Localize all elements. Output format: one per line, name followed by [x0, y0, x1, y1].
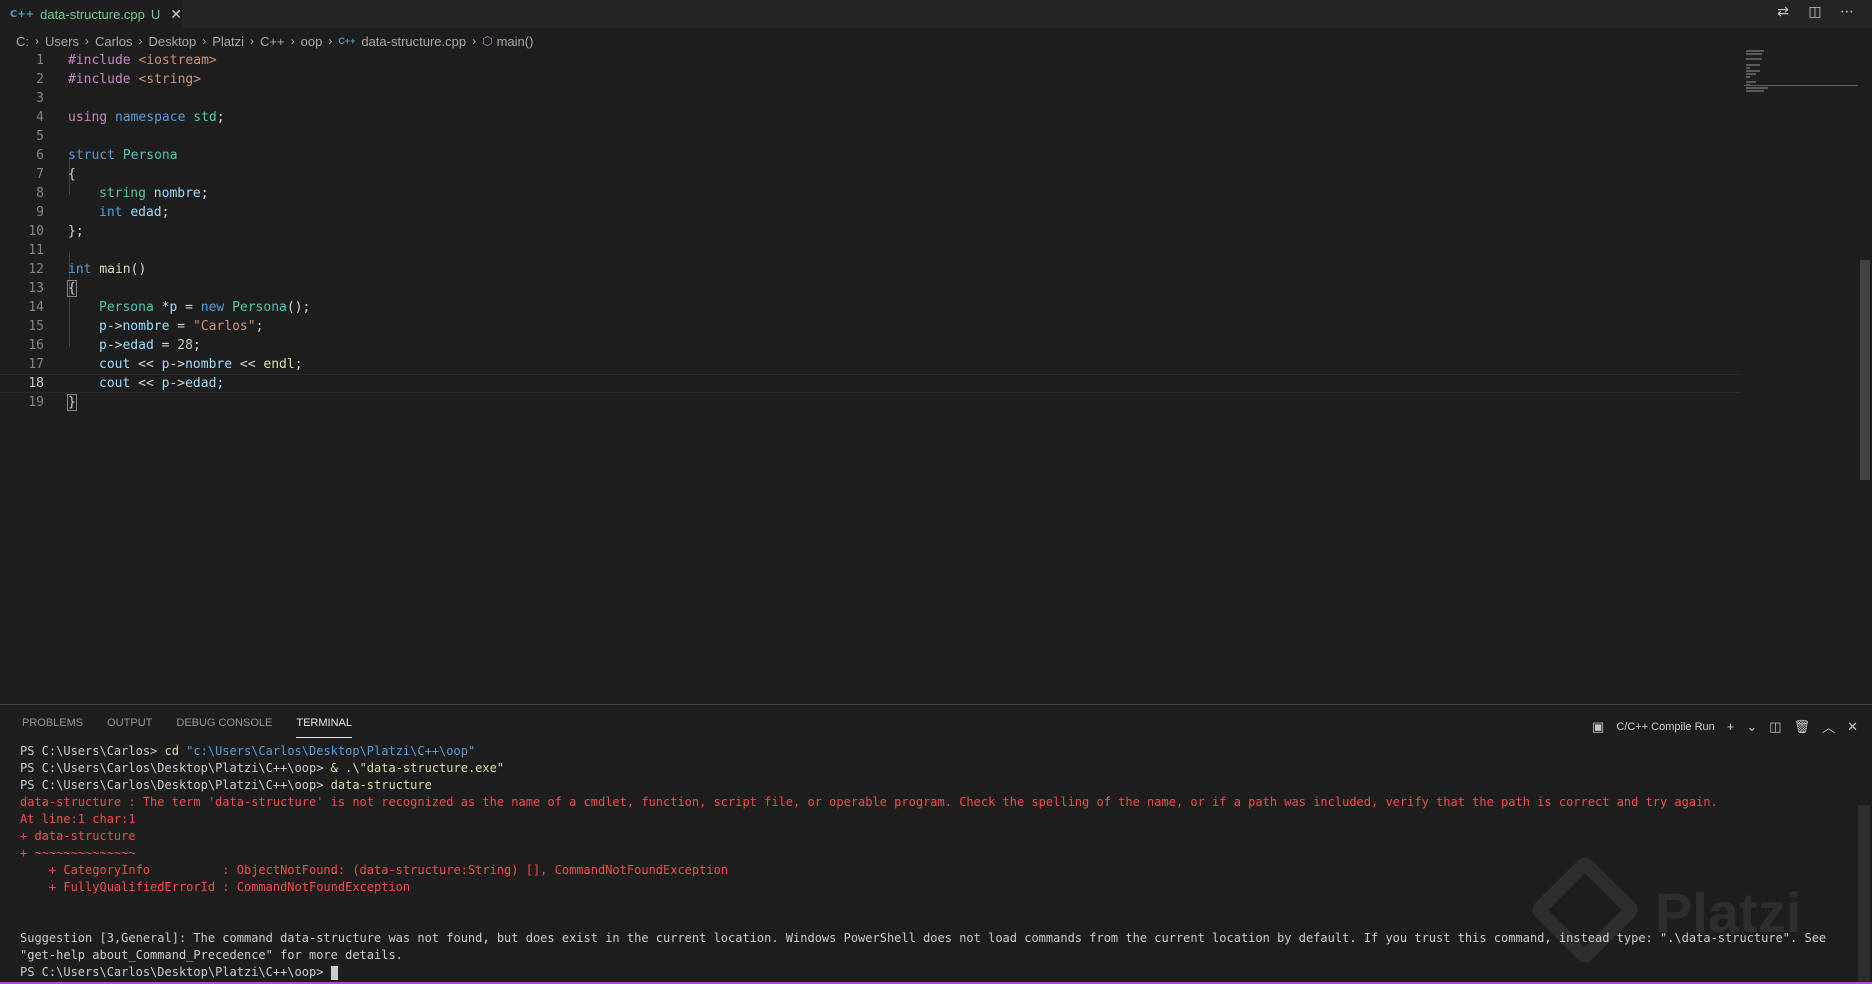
more-actions-icon[interactable]: ⋯: [1838, 4, 1856, 20]
breadcrumb-desktop[interactable]: Desktop: [149, 34, 197, 49]
tab-label: data-structure.cpp: [40, 7, 145, 22]
editor-actions: ⇄ ◫ ⋯: [1774, 4, 1856, 20]
matching-brace: {: [67, 280, 77, 297]
code-line[interactable]: 9 int edad;: [0, 203, 1740, 222]
code-line[interactable]: 16 p->edad = 28;: [0, 336, 1740, 355]
terminal-error-line: data-structure : The term 'data-structur…: [20, 795, 1718, 809]
line-number: 5: [36, 129, 44, 144]
panel-tabs: PROBLEMS OUTPUT DEBUG CONSOLE TERMINAL: [22, 717, 352, 738]
line-number: 19: [28, 395, 44, 410]
line-number: 14: [28, 300, 44, 315]
breadcrumb-carlos[interactable]: Carlos: [95, 34, 133, 49]
editor-tab-bar: C++ data-structure.cpp U ✕ ⇄ ◫ ⋯: [0, 0, 1872, 28]
line-number: 9: [36, 205, 44, 220]
breadcrumb-symbol[interactable]: main(): [497, 34, 534, 49]
terminal-selector[interactable]: C/C++ Compile Run: [1616, 721, 1714, 733]
code-line[interactable]: 14 Persona *p = new Persona();: [0, 298, 1740, 317]
panel-actions: ▣ C/C++ Compile Run + ⌄ ◫ 🗑 ︿ ✕: [1592, 717, 1858, 736]
code-line[interactable]: 6 struct Persona: [0, 146, 1740, 165]
breadcrumb-platzi[interactable]: Platzi: [212, 34, 244, 49]
code-line[interactable]: 19 }: [0, 393, 1740, 412]
line-number: 11: [28, 243, 44, 258]
code-line[interactable]: 12 int main(): [0, 260, 1740, 279]
breadcrumb-users[interactable]: Users: [45, 34, 79, 49]
terminal-line: PS C:\Users\Carlos\Desktop\Platzi\C++\oo…: [20, 761, 505, 775]
line-number: 15: [28, 319, 44, 334]
line-number: 13: [28, 281, 44, 296]
line-number: 4: [36, 110, 44, 125]
line-number: 16: [28, 338, 44, 353]
code-line[interactable]: 7 {: [0, 165, 1740, 184]
platzi-watermark: Platzi: [1528, 853, 1865, 970]
code-line[interactable]: 3: [0, 89, 1740, 108]
tab-problems[interactable]: PROBLEMS: [22, 717, 83, 738]
code-line[interactable]: 5: [0, 127, 1740, 146]
breadcrumb-oop[interactable]: oop: [301, 34, 323, 49]
tab-data-structure-cpp[interactable]: C++ data-structure.cpp U ✕: [0, 0, 182, 28]
line-number: 2: [36, 72, 44, 87]
code-line[interactable]: 15 p->nombre = "Carlos";: [0, 317, 1740, 336]
line-number: 3: [36, 91, 44, 106]
scrollbar-thumb[interactable]: [1860, 260, 1870, 480]
line-number: 10: [28, 224, 44, 239]
compare-icon[interactable]: ⇄: [1774, 4, 1792, 20]
watermark-text: Platzi: [1655, 881, 1802, 944]
line-number: 8: [36, 186, 44, 201]
trash-icon[interactable]: 🗑: [1794, 719, 1811, 735]
breadcrumb-drive[interactable]: C:: [16, 34, 29, 49]
chevron-down-icon[interactable]: ⌄: [1746, 719, 1757, 735]
code-line[interactable]: 10 };: [0, 222, 1740, 241]
terminal-error-line: At line:1 char:1: [20, 812, 136, 826]
new-terminal-icon[interactable]: +: [1727, 719, 1735, 734]
platzi-logo-icon: [1528, 853, 1642, 967]
code-line[interactable]: 13 {: [0, 279, 1740, 298]
untracked-badge: U: [150, 7, 161, 22]
editor-scrollbar[interactable]: [1858, 50, 1872, 702]
code-line[interactable]: 8 string nombre;: [0, 184, 1740, 203]
terminal-line: PS C:\Users\Carlos> cd "c:\Users\Carlos\…: [20, 744, 476, 758]
minimap-slider[interactable]: [1744, 50, 1858, 86]
breadcrumb-file[interactable]: data-structure.cpp: [361, 34, 466, 49]
line-number: 12: [28, 262, 44, 277]
code-line[interactable]: 2 #include <string>: [0, 70, 1740, 89]
maximize-panel-icon[interactable]: ︿: [1822, 717, 1835, 736]
line-number: 7: [36, 167, 44, 182]
line-number: 1: [36, 53, 44, 68]
close-panel-icon[interactable]: ✕: [1847, 719, 1858, 735]
breadcrumb-cpp-folder[interactable]: C++: [260, 34, 285, 49]
tab-debug-console[interactable]: DEBUG CONSOLE: [176, 717, 272, 738]
matching-brace: }: [67, 394, 77, 411]
split-editor-icon[interactable]: ◫: [1806, 4, 1824, 20]
method-symbol-icon: ⬡: [482, 34, 493, 48]
split-terminal-icon[interactable]: ◫: [1769, 719, 1781, 735]
breadcrumb: C: › Users › Carlos › Desktop › Platzi › C++ ›…: [16, 33, 534, 49]
terminal-icon: ▣: [1592, 718, 1605, 734]
code-line-current[interactable]: 18 cout << p->edad;: [0, 374, 1740, 393]
cpp-file-icon: C++: [338, 36, 356, 46]
terminal-line: PS C:\Users\Carlos\Desktop\Platzi\C++\oo…: [20, 778, 432, 792]
code-line[interactable]: 1 #include <iostream>: [0, 51, 1740, 70]
code-line[interactable]: 17 cout << p->nombre << endl;: [0, 355, 1740, 374]
code-line[interactable]: 4 using namespace std;: [0, 108, 1740, 127]
terminal-cursor: [330, 965, 338, 980]
code-editor[interactable]: 1 #include <iostream> 2 #include <string…: [0, 52, 1740, 702]
cpp-file-icon: C++: [10, 9, 35, 20]
tab-terminal[interactable]: TERMINAL: [296, 717, 352, 738]
close-icon[interactable]: ✕: [170, 7, 182, 23]
line-number: 18: [28, 376, 44, 391]
terminal-error-line: + data-structure: [20, 829, 136, 843]
code-line[interactable]: 11: [0, 241, 1740, 260]
line-number: 17: [28, 357, 44, 372]
line-number: 6: [36, 148, 44, 163]
tab-output[interactable]: OUTPUT: [107, 717, 152, 738]
